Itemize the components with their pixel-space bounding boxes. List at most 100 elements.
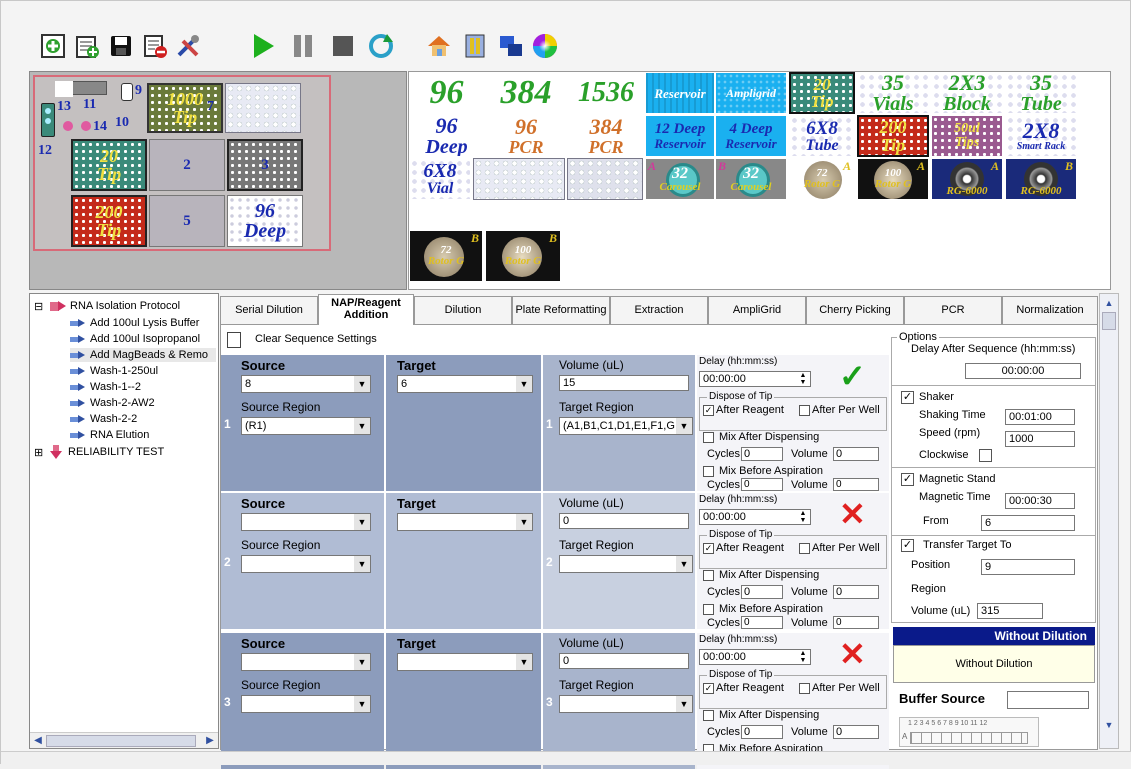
tab-nap-reagent-addition[interactable]: NAP/Reagent Addition <box>318 294 414 325</box>
palette-50ul-tips[interactable]: 50ul Tips <box>931 115 1003 157</box>
palette-1536-plate[interactable]: 1536 <box>567 72 645 114</box>
palette-plate-a[interactable] <box>473 158 565 200</box>
cycles-input[interactable]: 0 <box>741 585 783 599</box>
scroll-thumb-v[interactable] <box>1102 312 1116 330</box>
source-select[interactable]: ▼ <box>241 653 371 671</box>
source-region-select[interactable]: ▼ <box>241 695 371 713</box>
palette-2x3-block[interactable]: 2X3 Block <box>931 72 1003 114</box>
palette-100-rotor-g-b[interactable]: B 100 Rotor G <box>485 230 561 282</box>
tab-cherry-picking[interactable]: Cherry Picking <box>806 296 904 324</box>
tab-ampligrid[interactable]: AmpliGrid <box>708 296 806 324</box>
delete-step-icon[interactable] <box>139 31 171 61</box>
palette-plate-b[interactable] <box>567 158 643 200</box>
stop-icon[interactable] <box>327 31 359 61</box>
tree-step-3[interactable]: Add MagBeads & Remo <box>70 348 216 362</box>
speed-input[interactable]: 1000 <box>1005 431 1075 447</box>
scroll-left-icon[interactable]: ◀ <box>32 735 44 747</box>
palette-200-tip[interactable]: 200 Tip <box>857 115 929 157</box>
palette-reservoir[interactable]: Reservoir <box>645 72 715 114</box>
tree-hscrollbar[interactable]: ◀ ▶ <box>30 732 218 748</box>
palette-96-pcr[interactable]: 96 PCR <box>487 115 565 157</box>
after-per-well-checkbox[interactable] <box>799 543 810 554</box>
after-reagent-checkbox[interactable]: ✓ <box>703 543 714 554</box>
source-region-select[interactable]: (R1) ▼ <box>241 417 371 435</box>
deck-slot-3[interactable]: 3 <box>227 139 303 191</box>
add-protocol-icon[interactable] <box>37 31 69 61</box>
position-input[interactable]: 9 <box>981 559 1075 575</box>
tab-dilution[interactable]: Dilution <box>414 296 512 324</box>
cycles-input[interactable]: 0 <box>741 447 783 461</box>
buffer-plate-map[interactable]: 1 2 3 4 5 6 7 8 9 10 11 12 A <box>899 717 1039 747</box>
palette-rg-6000-b[interactable]: B RG-6000 <box>1005 158 1077 200</box>
play-icon[interactable] <box>247 31 279 61</box>
palette-6x8-tube[interactable]: 6X8 Tube <box>789 115 855 157</box>
expand-icon[interactable]: ⊞ <box>34 446 46 459</box>
palette-4-deep-reservoir[interactable]: 4 Deep Reservoir <box>715 115 787 157</box>
scroll-down-icon[interactable]: ▼ <box>1102 718 1116 732</box>
palette-32-carousel-a[interactable]: A 32 Carousel <box>645 158 715 200</box>
mix-volume-input-2[interactable]: 0 <box>833 616 879 629</box>
volume-input[interactable]: 0 <box>559 653 689 669</box>
mix-after-checkbox[interactable] <box>703 570 714 581</box>
new-document-icon[interactable] <box>227 332 241 348</box>
shaking-time-input[interactable]: 00:01:00 <box>1005 409 1075 425</box>
window-icon[interactable] <box>495 31 527 61</box>
delay-input[interactable]: 00:00:00 <box>699 649 811 665</box>
tab-serial-dilution[interactable]: Serial Dilution <box>220 296 318 324</box>
deck-slot-2[interactable]: 2 <box>149 139 225 191</box>
source-region-select[interactable]: ▼ <box>241 555 371 573</box>
palette-72-rotor-g-b[interactable]: B 72 Rotor G <box>409 230 483 282</box>
collapse-icon[interactable]: ⊟ <box>34 300 46 313</box>
target-select[interactable]: 6 ▼ <box>397 375 533 393</box>
target-select[interactable]: ▼ <box>397 653 533 671</box>
deck-slot-plate-1[interactable] <box>225 83 301 133</box>
palette-96-deep[interactable]: 96 Deep <box>409 115 484 157</box>
magnetic-time-input[interactable]: 00:00:30 <box>1005 493 1075 509</box>
transfer-volume-input[interactable]: 315 <box>977 603 1043 619</box>
after-reagent-checkbox[interactable]: ✓ <box>703 683 714 694</box>
mix-before-checkbox[interactable] <box>703 604 714 615</box>
mix-volume-input[interactable]: 0 <box>833 447 879 461</box>
source-select[interactable]: 8 ▼ <box>241 375 371 393</box>
from-input[interactable]: 6 <box>981 515 1075 531</box>
scroll-up-icon[interactable]: ▲ <box>1102 296 1116 310</box>
volume-input[interactable]: 15 <box>559 375 689 391</box>
tree-step-2[interactable]: Add 100ul Isopropanol <box>70 332 200 346</box>
target-region-select[interactable]: (A1,B1,C1,D1,E1,F1,G ▼ <box>559 417 693 435</box>
target-select[interactable]: ▼ <box>397 513 533 531</box>
delay-input[interactable]: 00:00:00 <box>699 371 811 387</box>
palette-384-plate[interactable]: 384 <box>487 72 565 114</box>
palette-35-vials[interactable]: 35 Vials <box>857 72 929 114</box>
palette-384-pcr[interactable]: 384 PCR <box>567 115 645 157</box>
palette-rg-6000-a[interactable]: A RG-6000 <box>931 158 1003 200</box>
color-wheel-icon[interactable] <box>529 31 561 61</box>
buffer-source-input[interactable] <box>1007 691 1089 709</box>
volume-input[interactable]: 0 <box>559 513 689 529</box>
refresh-icon[interactable] <box>365 31 397 61</box>
magnetic-stand-checkbox[interactable]: ✓ <box>901 473 914 486</box>
palette-ampligrid[interactable]: Ampligrid <box>715 72 787 114</box>
home-icon[interactable] <box>423 31 455 61</box>
source-select[interactable]: ▼ <box>241 513 371 531</box>
mix-before-checkbox[interactable] <box>703 466 714 477</box>
clockwise-checkbox[interactable] <box>979 449 992 462</box>
mix-after-checkbox[interactable] <box>703 432 714 443</box>
pause-icon[interactable] <box>287 31 319 61</box>
tree-step-6[interactable]: Wash-2-AW2 <box>70 396 155 410</box>
cycles-input-2[interactable]: 0 <box>741 616 783 629</box>
delay-spinner[interactable]: ▲ ▼ <box>797 650 809 664</box>
mix-volume-input-2[interactable]: 0 <box>833 478 879 491</box>
tab-pcr[interactable]: PCR <box>904 296 1002 324</box>
delay-after-input[interactable]: 00:00:00 <box>965 363 1081 379</box>
tab-normalization[interactable]: Normalization <box>1002 296 1098 324</box>
target-region-select[interactable]: ▼ <box>559 555 693 573</box>
deck-slot-96-deep[interactable]: 96 Deep <box>227 195 303 247</box>
palette-72-rotor-g-a[interactable]: A 72 Rotor G <box>789 158 855 200</box>
cycles-input-2[interactable]: 0 <box>741 478 783 491</box>
after-per-well-checkbox[interactable] <box>799 683 810 694</box>
tree-node-root[interactable]: ⊟ RNA Isolation Protocol <box>34 299 180 313</box>
panel-vscrollbar[interactable]: ▲ ▼ <box>1099 293 1119 749</box>
clear-sequence-settings[interactable]: Clear Sequence Settings <box>255 333 377 345</box>
palette-6x8-vial[interactable]: 6X8 Vial <box>409 158 471 200</box>
tree-step-7[interactable]: Wash-2-2 <box>70 412 137 426</box>
